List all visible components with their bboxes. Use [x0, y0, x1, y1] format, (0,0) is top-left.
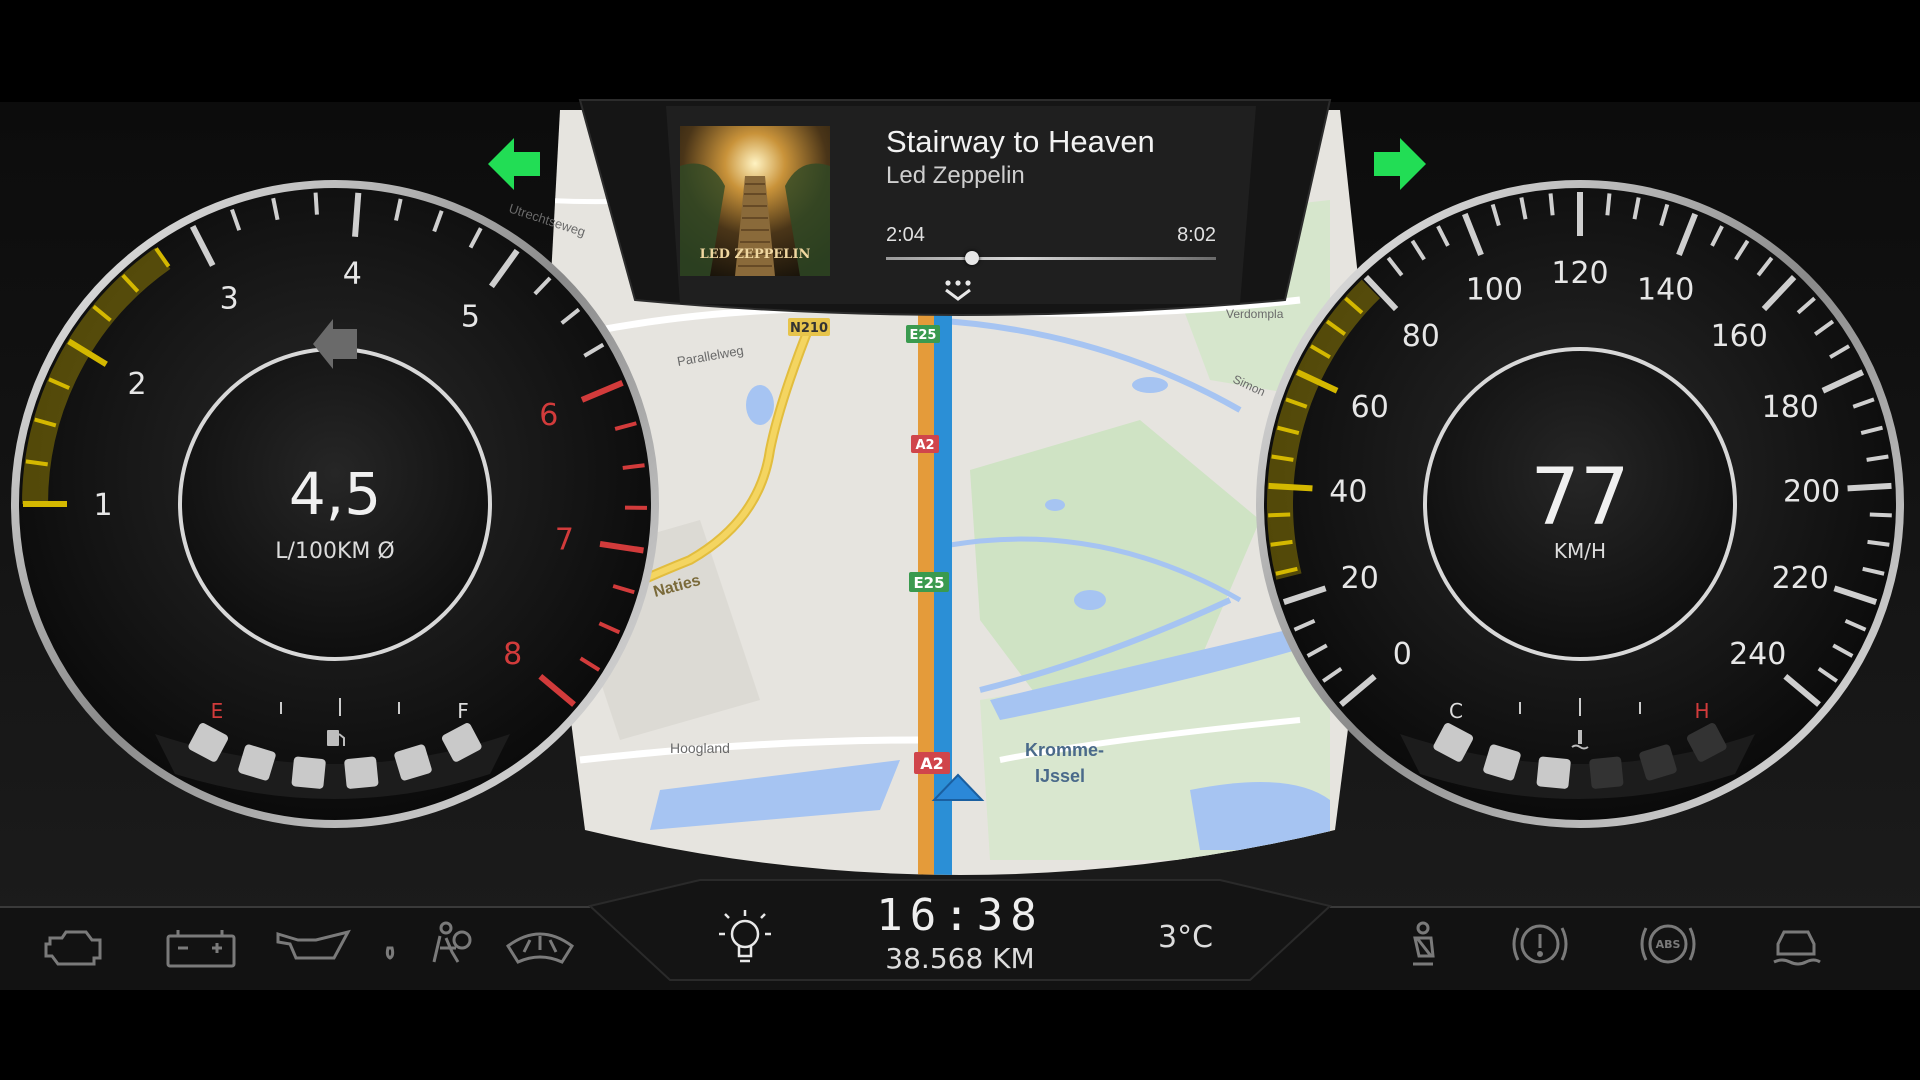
seatbelt-icon — [1413, 921, 1435, 966]
speedometer-tick-label: 20 — [1341, 561, 1379, 596]
warning-lights: ABS — [44, 921, 1821, 968]
fuel-empty-label: E — [211, 699, 224, 723]
oil-pressure-icon — [276, 929, 395, 960]
speedometer-tick — [1847, 482, 1892, 492]
fuel-full-label: F — [457, 699, 469, 723]
speed-unit: KM/H — [1554, 539, 1606, 563]
tachometer-tick-label: 4 — [343, 257, 362, 292]
check-engine-icon — [44, 930, 102, 966]
speedometer-tick-label: 100 — [1466, 272, 1523, 307]
fuel-segment — [344, 756, 379, 789]
tachometer-tick-label: 5 — [461, 300, 480, 335]
speedometer-tick-label: 180 — [1762, 390, 1819, 425]
tachometer-tick-label: 8 — [503, 637, 522, 672]
speedometer-tick-label: 40 — [1329, 475, 1367, 510]
speedometer-tick-label: 240 — [1729, 637, 1786, 672]
tachometer-tick-label: 6 — [539, 398, 558, 433]
chevron-down-icon[interactable] — [936, 278, 980, 304]
tachometer-tick — [622, 463, 645, 470]
speedometer-tick-label: 120 — [1551, 256, 1608, 291]
tachometer-tick-label: 1 — [93, 488, 112, 523]
speedometer-tick-label: 0 — [1393, 637, 1412, 672]
speedometer-tick — [1268, 482, 1313, 492]
elapsed-time: 2:04 — [886, 224, 925, 246]
traction-control-icon — [1773, 930, 1821, 966]
brake-warning-icon — [1512, 924, 1568, 964]
progress-knob[interactable] — [964, 251, 979, 265]
airbag-icon — [432, 921, 472, 963]
artist-name: Led Zeppelin — [886, 162, 1025, 189]
song-title: Stairway to Heaven — [886, 124, 1155, 159]
track-duration: 8:02 — [1177, 224, 1216, 246]
speedometer-tick-label: 80 — [1402, 319, 1440, 354]
tachometer-tick-label: 7 — [555, 523, 574, 558]
speedometer-tick-label: 60 — [1351, 390, 1389, 425]
speedometer-tick — [1869, 512, 1892, 518]
speedometer-tick — [1268, 512, 1291, 518]
speedometer-tick — [1605, 193, 1612, 216]
tachometer-tick-label: 3 — [220, 282, 239, 317]
progress-bar[interactable] — [886, 251, 1216, 265]
speedometer-tick-label: 200 — [1783, 475, 1840, 510]
svg-text:ABS: ABS — [1656, 938, 1681, 951]
temp-hot-label: H — [1694, 699, 1709, 723]
speed-value: 77 — [1530, 453, 1629, 543]
fuel-consumption-value: 4,5 — [289, 460, 381, 528]
media-player[interactable]: Stairway to Heaven Led Zeppelin 2:04 8:0… — [666, 106, 1256, 310]
instrument-cluster: LED ZEPPELIN Stairway to Heaven Led Zepp… — [0, 0, 1920, 1080]
speedometer-tick — [1270, 539, 1293, 547]
speedometer-gauge: 0 20 40 60 80 100 120 140 160 180 200 220 240 77 KM/… — [1256, 180, 1904, 828]
fuel-consumption-unit: L/100KM Ø — [275, 539, 394, 564]
speedometer-tick-label: 160 — [1711, 319, 1768, 354]
tachometer-tick-label: 2 — [127, 367, 146, 402]
temp-segment — [1589, 756, 1624, 789]
speedometer-tick — [1548, 193, 1555, 216]
speedometer-tick — [1867, 539, 1890, 547]
tachometer-gauge: 1 2 3 4 5 6 7 8 4,5 L/100KM Ø E F — [11, 180, 659, 828]
tachometer-tick — [352, 192, 362, 237]
fuel-segment — [291, 756, 326, 789]
washer-fluid-icon — [505, 932, 575, 964]
speedometer-tick-label: 140 — [1637, 272, 1694, 307]
temp-cold-label: C — [1449, 699, 1463, 723]
speedometer-tick-label: 220 — [1772, 561, 1829, 596]
tachometer-tick — [313, 192, 319, 215]
battery-icon — [166, 930, 236, 968]
temp-segment — [1536, 756, 1571, 789]
